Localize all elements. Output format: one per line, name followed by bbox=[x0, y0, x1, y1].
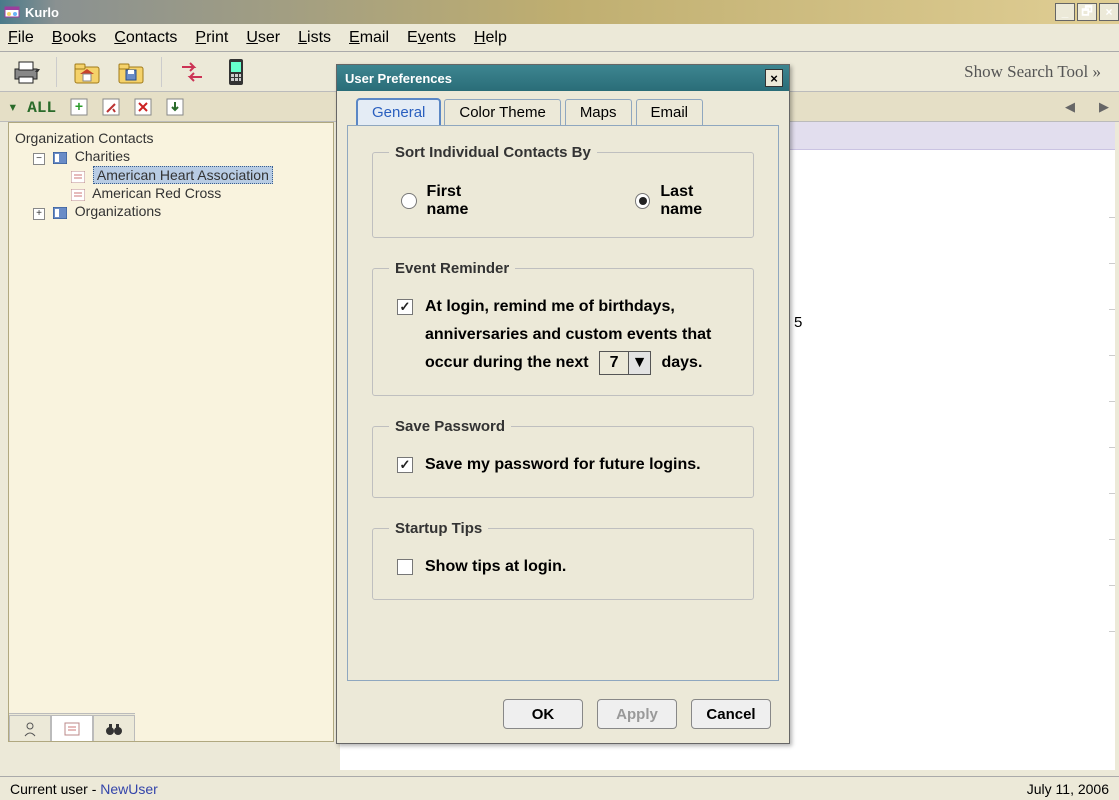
dialog-close-button[interactable]: × bbox=[765, 69, 783, 87]
prev-arrow-icon[interactable]: ◀ bbox=[1065, 99, 1075, 115]
radio-icon bbox=[635, 193, 651, 209]
delete-square-icon[interactable] bbox=[134, 98, 152, 116]
tree-item-aha[interactable]: American Heart Association bbox=[15, 166, 327, 184]
svg-text:+: + bbox=[75, 98, 83, 114]
tree-panel: Organization Contacts − Charities Americ… bbox=[8, 122, 334, 742]
show-search-tool[interactable]: Show Search Tool » bbox=[964, 62, 1101, 82]
tree-label: Charities bbox=[75, 148, 130, 164]
tab-binoculars-icon[interactable] bbox=[93, 715, 135, 741]
tab-panel-general: Sort Individual Contacts By First name L… bbox=[347, 125, 779, 681]
book-icon bbox=[53, 206, 67, 218]
tab-maps[interactable]: Maps bbox=[565, 99, 632, 125]
card-icon bbox=[71, 170, 85, 182]
tree-label: American Red Cross bbox=[92, 185, 221, 201]
radio-first-name[interactable]: First name bbox=[401, 183, 505, 219]
menu-user[interactable]: User bbox=[246, 29, 280, 47]
checkbox-icon bbox=[397, 457, 413, 473]
tree-root[interactable]: Organization Contacts bbox=[15, 129, 327, 147]
group-legend: Sort Individual Contacts By bbox=[389, 144, 597, 161]
radio-label: First name bbox=[427, 183, 505, 219]
all-filter-button[interactable]: ▾ ALL bbox=[8, 97, 56, 117]
minimize-button[interactable]: _ bbox=[1055, 3, 1075, 21]
dialog-title: User Preferences bbox=[345, 71, 452, 86]
ok-button[interactable]: OK bbox=[503, 699, 583, 729]
cancel-button[interactable]: Cancel bbox=[691, 699, 771, 729]
maximize-button[interactable]: 🗗 bbox=[1077, 3, 1097, 21]
reminder-checkbox-row[interactable]: At login, remind me of birthdays, annive… bbox=[397, 293, 737, 377]
save-password-checkbox-row[interactable]: Save my password for future logins. bbox=[397, 451, 737, 479]
menu-events[interactable]: Events bbox=[407, 29, 456, 47]
tab-person-icon[interactable] bbox=[9, 715, 51, 741]
dialog-titlebar[interactable]: User Preferences × bbox=[337, 65, 789, 91]
radio-icon bbox=[401, 193, 417, 209]
menu-email[interactable]: Email bbox=[349, 29, 389, 47]
event-reminder-group: Event Reminder At login, remind me of bi… bbox=[372, 260, 754, 396]
tab-card-icon[interactable] bbox=[51, 715, 93, 741]
group-legend: Startup Tips bbox=[389, 520, 488, 537]
status-bar: Current user - NewUser July 11, 2006 bbox=[0, 776, 1119, 800]
checkbox-label: Show tips at login. bbox=[425, 553, 566, 581]
window-close-button[interactable]: × bbox=[1099, 3, 1119, 21]
save-password-group: Save Password Save my password for futur… bbox=[372, 418, 754, 498]
group-legend: Event Reminder bbox=[389, 260, 515, 277]
startup-tips-checkbox-row[interactable]: Show tips at login. bbox=[397, 553, 737, 581]
expand-icon[interactable]: + bbox=[33, 208, 45, 220]
menu-file[interactable]: File bbox=[8, 29, 34, 47]
save-folder-icon[interactable] bbox=[113, 56, 149, 88]
import-square-icon[interactable] bbox=[166, 98, 184, 116]
dialog-tabs: General Color Theme Maps Email bbox=[337, 91, 789, 125]
tab-color-theme[interactable]: Color Theme bbox=[444, 99, 560, 125]
days-value: 7 bbox=[600, 349, 628, 377]
reminder-text: At login, remind me of birthdays, annive… bbox=[425, 293, 711, 377]
tree-item-arc[interactable]: American Red Cross bbox=[15, 184, 327, 202]
menu-contacts[interactable]: Contacts bbox=[114, 29, 177, 47]
sort-contacts-group: Sort Individual Contacts By First name L… bbox=[372, 144, 754, 238]
radio-label: Last name bbox=[660, 183, 737, 219]
apply-button[interactable]: Apply bbox=[597, 699, 677, 729]
next-arrow-icon[interactable]: ▶ bbox=[1099, 99, 1109, 115]
dialog-buttons: OK Apply Cancel bbox=[503, 699, 771, 729]
menubar: File Books Contacts Print User Lists Ema… bbox=[0, 24, 1119, 52]
chevron-down-icon[interactable]: ▼ bbox=[628, 352, 650, 374]
menu-print[interactable]: Print bbox=[195, 29, 228, 47]
home-folder-icon[interactable] bbox=[69, 56, 105, 88]
menu-lists[interactable]: Lists bbox=[298, 29, 331, 47]
menu-books[interactable]: Books bbox=[52, 29, 96, 47]
checkbox-label: Save my password for future logins. bbox=[425, 451, 701, 479]
card-icon bbox=[71, 188, 85, 200]
tree-label: American Heart Association bbox=[93, 166, 273, 184]
print-icon[interactable] bbox=[8, 56, 44, 88]
group-legend: Save Password bbox=[389, 418, 511, 435]
status-user: Current user - NewUser bbox=[10, 781, 158, 797]
status-date: July 11, 2006 bbox=[1027, 781, 1109, 797]
collapse-icon[interactable]: − bbox=[33, 153, 45, 165]
status-user-name: NewUser bbox=[100, 781, 158, 797]
status-user-label: Current user - bbox=[10, 781, 100, 797]
titlebar: Kurlo _ 🗗 × bbox=[0, 0, 1119, 24]
book-icon bbox=[53, 151, 67, 163]
add-square-icon[interactable]: + bbox=[70, 98, 88, 116]
tab-general[interactable]: General bbox=[357, 99, 440, 125]
tab-email[interactable]: Email bbox=[636, 99, 704, 125]
remove-square-icon[interactable] bbox=[102, 98, 120, 116]
tree-label: Organizations bbox=[75, 203, 161, 219]
radio-last-name[interactable]: Last name bbox=[635, 183, 737, 219]
checkbox-icon bbox=[397, 559, 413, 575]
checkbox-icon bbox=[397, 299, 413, 315]
tree-charities[interactable]: − Charities bbox=[15, 147, 327, 166]
user-preferences-dialog: User Preferences × General Color Theme M… bbox=[336, 64, 790, 744]
bottom-tabs bbox=[9, 713, 135, 741]
app-title: Kurlo bbox=[25, 5, 1053, 20]
startup-tips-group: Startup Tips Show tips at login. bbox=[372, 520, 754, 600]
app-icon bbox=[4, 4, 20, 20]
transfer-icon[interactable] bbox=[174, 56, 210, 88]
menu-help[interactable]: Help bbox=[474, 29, 507, 47]
device-icon[interactable] bbox=[218, 56, 254, 88]
days-dropdown[interactable]: 7 ▼ bbox=[599, 351, 651, 375]
partial-text: 5 bbox=[794, 314, 802, 331]
tree-organizations[interactable]: + Organizations bbox=[15, 202, 327, 221]
